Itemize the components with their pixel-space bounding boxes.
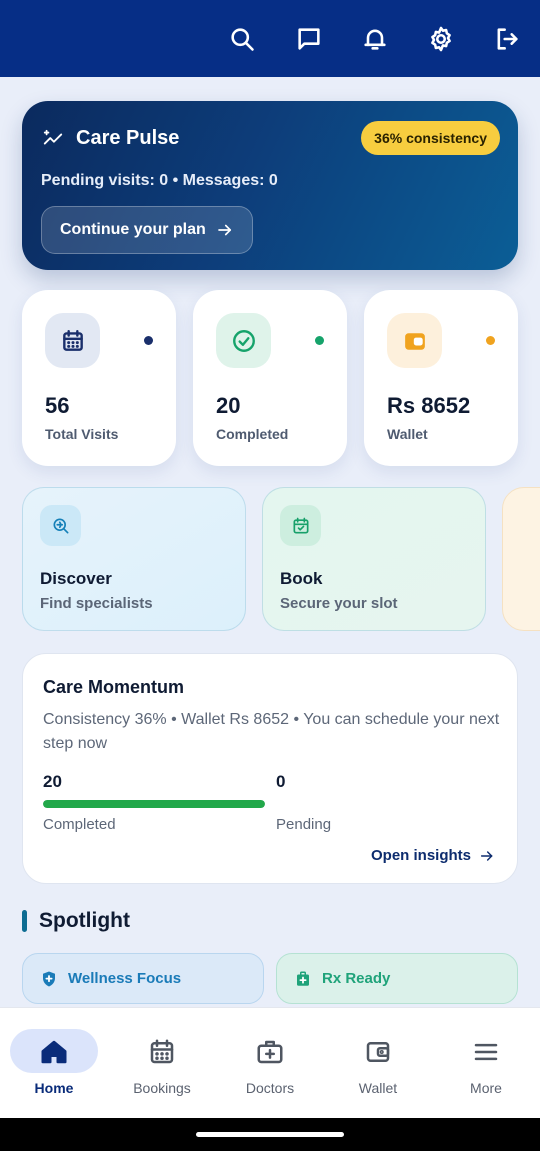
book-card[interactable]: Book Secure your slot [262,487,486,631]
logout-icon[interactable] [492,24,522,54]
care-momentum-description: Consistency 36% • Wallet Rs 8652 • You c… [43,711,500,752]
nav-label-doctors: Doctors [245,1080,295,1096]
nav-item-more[interactable]: More [432,1008,540,1119]
completed-value: 20 [216,393,241,418]
nav-label-bookings: Bookings [133,1080,191,1096]
continue-plan-label: Continue your plan [60,221,206,238]
wellness-focus-label: Wellness Focus [68,970,182,987]
arrow-right-icon [480,850,493,861]
system-navigation-bar [0,1118,540,1151]
gear-icon[interactable] [426,24,456,54]
book-title: Book [280,569,323,588]
wallet-icon [363,1037,393,1067]
stat-card-wallet[interactable]: Rs 8652 Wallet [364,290,518,466]
nav-item-wallet[interactable]: Wallet [324,1008,432,1119]
completed-label: Completed [216,426,289,442]
care-momentum-card: Care Momentum Consistency 36% • Wallet R… [22,653,518,884]
nav-item-home[interactable]: Home [0,1008,108,1119]
total-visits-value: 56 [45,393,70,418]
momentum-completed-label: Completed [43,816,116,833]
consistency-badge: 36% consistency [361,121,500,155]
spotlight-title: Spotlight [39,909,130,932]
continue-plan-button[interactable]: Continue your plan [41,206,253,254]
calendar-grid-icon [147,1037,177,1067]
spotlight-accent-bar [22,910,27,932]
discover-subtitle: Find specialists [40,595,153,612]
nav-label-more: More [470,1080,502,1096]
pending-summary: Pending visits: 0 • Messages: 0 [41,172,278,189]
search-icon[interactable] [227,24,257,54]
discover-title: Discover [40,569,112,588]
shield-icon [43,971,55,986]
medical-kit-icon [255,1037,285,1067]
care-pulse-card: Care Pulse 36% consistency Pending visit… [22,101,518,270]
bell-icon[interactable] [360,24,390,54]
rx-ready-chip[interactable]: Rx Ready [276,953,518,1004]
nav-item-bookings[interactable]: Bookings [108,1008,216,1119]
momentum-completed-value: 20 [43,772,62,791]
momentum-pending-value: 0 [276,772,286,791]
menu-icon [471,1037,501,1067]
sparkle-chart-icon [43,129,63,144]
main-content: Care Pulse 36% consistency Pending visit… [0,77,540,1007]
next-quick-card[interactable] [502,487,540,631]
momentum-pending-label: Pending [276,816,332,833]
stat-card-total-visits[interactable]: 56 Total Visits [22,290,176,466]
gesture-handle[interactable] [196,1132,344,1137]
wellness-focus-chip[interactable]: Wellness Focus [22,953,264,1004]
nav-label-home: Home [34,1080,74,1096]
calendar-check-icon [280,505,321,546]
status-dot [486,336,495,345]
arrow-right-icon [217,224,231,236]
wallet-icon [387,313,442,368]
status-dot [315,336,324,345]
bottom-navigation: Home Bookings Doctors Wallet More [0,1007,540,1118]
open-insights-link[interactable]: Open insights [371,847,495,864]
check-circle-icon [216,313,271,368]
spotlight-header: Spotlight [22,909,130,933]
book-subtitle: Secure your slot [280,595,398,612]
care-momentum-title: Care Momentum [43,677,185,697]
wallet-label: Wallet [387,426,428,442]
total-visits-label: Total Visits [45,426,119,442]
rx-ready-label: Rx Ready [322,970,391,987]
discover-card[interactable]: Discover Find specialists [22,487,246,631]
completed-progress-bar [43,800,265,808]
medical-bag-icon [297,971,309,986]
wallet-value: Rs 8652 [387,393,471,418]
care-pulse-title: Care Pulse [76,127,180,149]
care-pulse-header: Care Pulse [42,127,179,150]
home-icon [39,1037,69,1067]
nav-item-doctors[interactable]: Doctors [216,1008,324,1119]
calendar-icon [45,313,100,368]
nav-label-wallet: Wallet [358,1080,398,1096]
message-icon[interactable] [294,24,324,54]
status-dot [144,336,153,345]
completed-progress-fill [43,800,265,808]
top-app-bar [0,0,540,77]
stat-card-completed[interactable]: 20 Completed [193,290,347,466]
open-insights-label: Open insights [370,847,471,864]
search-globe-icon [40,505,81,546]
